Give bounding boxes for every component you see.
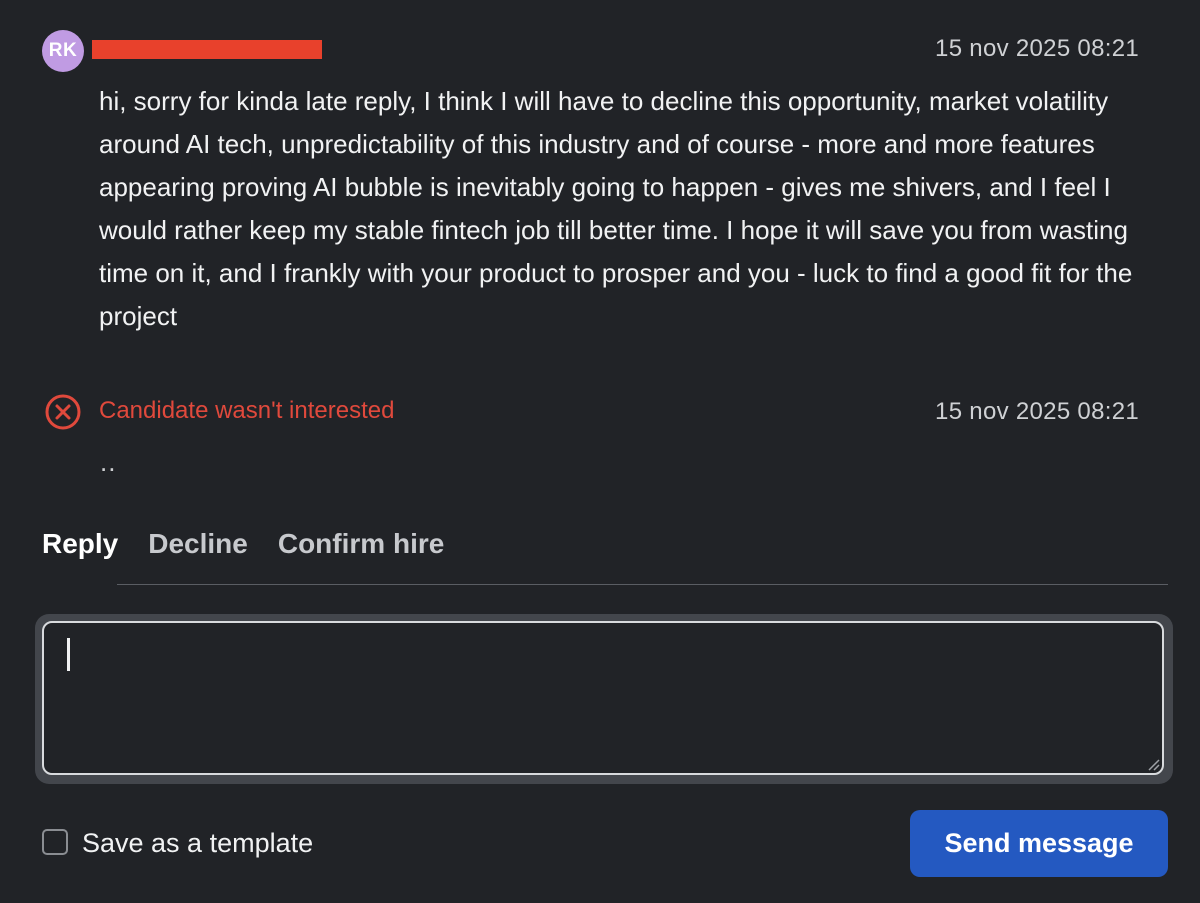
- status-note: ..: [100, 447, 117, 477]
- message-timestamp: 15 nov 2025 08:21: [935, 35, 1139, 62]
- save-template-checkbox[interactable]: [42, 829, 68, 855]
- avatar: RK: [42, 30, 84, 72]
- resize-handle-icon[interactable]: [1146, 757, 1160, 771]
- status-timestamp: 15 nov 2025 08:21: [935, 398, 1139, 425]
- send-message-button[interactable]: Send message: [910, 810, 1168, 877]
- reply-input[interactable]: [48, 627, 1158, 769]
- x-circle-icon: [45, 394, 81, 430]
- message-body: hi, sorry for kinda late reply, I think …: [99, 86, 1133, 331]
- tabs-divider: [117, 584, 1168, 585]
- reply-tabs: Reply Decline Confirm hire: [42, 528, 444, 574]
- tab-decline[interactable]: Decline: [148, 528, 248, 574]
- text-caret: [67, 638, 70, 671]
- status-text: Candidate wasn't interested: [99, 397, 395, 424]
- tab-reply[interactable]: Reply: [42, 528, 118, 574]
- tab-confirm-hire[interactable]: Confirm hire: [278, 528, 444, 574]
- redacted-sender-name: [92, 40, 322, 59]
- save-template-label[interactable]: Save as a template: [82, 828, 313, 859]
